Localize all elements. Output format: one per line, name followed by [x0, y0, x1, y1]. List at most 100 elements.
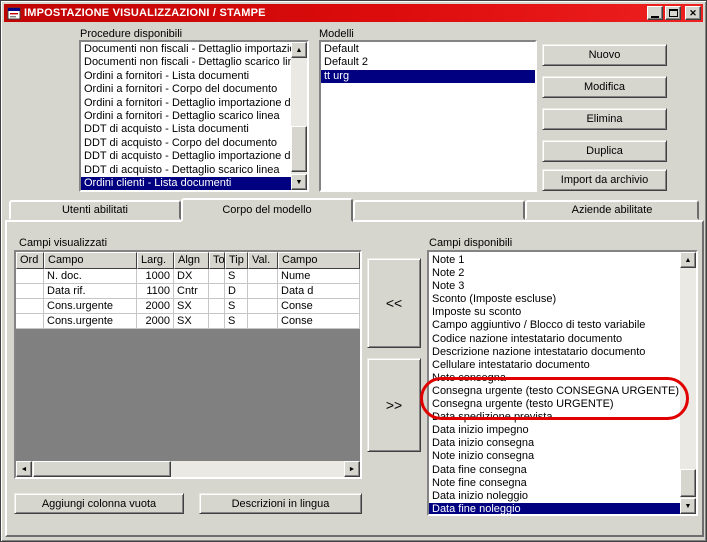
scroll-up-icon[interactable]: ▲ [680, 252, 696, 268]
grid-cell[interactable]: 1100 [137, 284, 174, 299]
list-item[interactable]: DDT di acquisto - Corpo del documento [81, 137, 291, 150]
grid-cell[interactable]: D [225, 284, 248, 299]
import-da-archivio-button[interactable]: Import da archivio [542, 169, 667, 191]
grid-cell[interactable]: Conse [278, 299, 360, 314]
list-item[interactable]: Data spedizione prevista [429, 411, 680, 424]
grid-cell[interactable]: Data d [278, 284, 360, 299]
list-item[interactable]: DDT di acquisto - Dettaglio scarico line… [81, 164, 291, 177]
tab-corpo-del-modello[interactable]: Corpo del modello [181, 198, 353, 222]
list-item[interactable]: Codice nazione intestatario documento [429, 333, 680, 346]
list-item[interactable]: Ordini a fornitori - Corpo del documento [81, 83, 291, 96]
list-item[interactable]: Data fine noleggio [429, 502, 680, 514]
remove-fields-button[interactable]: << [367, 258, 421, 348]
list-item[interactable]: Imposte su sconto [429, 306, 680, 319]
close-button[interactable]: ✕ [685, 6, 701, 20]
scrollbar-thumb[interactable] [680, 469, 696, 497]
grid-cell[interactable] [16, 269, 44, 284]
grid-cell[interactable]: 2000 [137, 299, 174, 314]
grid-column-header[interactable]: Campo [44, 252, 137, 269]
grid-cell[interactable] [209, 284, 225, 299]
grid-cell[interactable]: N. doc. [44, 269, 137, 284]
list-item[interactable]: Cellulare intestatario documento [429, 359, 680, 372]
scroll-down-icon[interactable]: ▼ [680, 498, 696, 514]
available-fields-scrollbar[interactable]: ▲ ▼ [680, 252, 696, 514]
grid-cell[interactable] [209, 269, 225, 284]
list-item[interactable]: Ordini a fornitori - Dettaglio importazi… [81, 97, 291, 110]
list-item[interactable]: Descrizione nazione intestatario documen… [429, 346, 680, 359]
grid-cell[interactable]: Cons.urgente [44, 314, 137, 329]
minimize-button[interactable] [647, 6, 663, 20]
list-item[interactable]: Data inizio noleggio [429, 490, 680, 503]
grid-cell[interactable] [209, 314, 225, 329]
grid-cell[interactable]: S [225, 299, 248, 314]
list-item[interactable]: Campo aggiuntivo / Blocco di testo varia… [429, 319, 680, 332]
list-item[interactable]: Data inizio consegna [429, 437, 680, 450]
descrizioni-in-lingua-button[interactable]: Descrizioni in lingua [199, 493, 362, 514]
list-item[interactable]: Note consegna [429, 372, 680, 385]
list-item[interactable]: Data inizio impegno [429, 424, 680, 437]
grid-cell[interactable]: S [225, 269, 248, 284]
list-item[interactable]: DDT di acquisto - Dettaglio importazione… [81, 150, 291, 163]
grid-cell[interactable] [248, 284, 278, 299]
grid-cell[interactable] [248, 299, 278, 314]
grid-column-header[interactable]: Ord [16, 252, 44, 269]
list-item[interactable]: Default [321, 43, 535, 56]
grid-cell[interactable] [209, 299, 225, 314]
grid-cell[interactable]: Cons.urgente [44, 299, 137, 314]
grid-cell[interactable]: 1000 [137, 269, 174, 284]
procedures-scrollbar[interactable]: ▲ ▼ [291, 42, 307, 190]
tab-utenti-abilitati[interactable]: Utenti abilitati [9, 200, 181, 220]
grid-column-header[interactable]: Tip [225, 252, 248, 269]
list-item[interactable]: DDT di acquisto - Lista documenti [81, 123, 291, 136]
grid-cell[interactable]: Conse [278, 314, 360, 329]
list-item[interactable]: Note fine consegna [429, 477, 680, 490]
nuovo-button[interactable]: Nuovo [542, 44, 667, 66]
grid-cell[interactable] [16, 314, 44, 329]
grid-column-header[interactable]: Algn [174, 252, 209, 269]
grid-cell[interactable]: DX [174, 269, 209, 284]
grid-column-header[interactable]: Campo [278, 252, 360, 269]
grid-cell[interactable]: Nume [278, 269, 360, 284]
scroll-right-icon[interactable]: ► [344, 461, 360, 477]
list-item[interactable]: Note 1 [429, 254, 680, 267]
elimina-button[interactable]: Elimina [542, 108, 667, 130]
modifica-button[interactable]: Modifica [542, 76, 667, 98]
grid-cell[interactable] [248, 269, 278, 284]
scroll-left-icon[interactable]: ◄ [16, 461, 32, 477]
duplica-button[interactable]: Duplica [542, 140, 667, 162]
grid-cell[interactable]: Data rif. [44, 284, 137, 299]
grid-cell[interactable]: SX [174, 299, 209, 314]
grid-column-header[interactable]: Val. [248, 252, 278, 269]
scrollbar-thumb[interactable] [291, 126, 307, 172]
grid-cell[interactable]: 2000 [137, 314, 174, 329]
list-item[interactable]: Note 2 [429, 267, 680, 280]
grid-column-header[interactable]: Larg. [137, 252, 174, 269]
list-item[interactable]: Data fine consegna [429, 464, 680, 477]
scroll-up-icon[interactable]: ▲ [291, 42, 307, 58]
scroll-down-icon[interactable]: ▼ [291, 174, 307, 190]
list-item[interactable]: Note inizio consegna [429, 450, 680, 463]
aggiungi-colonna-vuota-button[interactable]: Aggiungi colonna vuota [14, 493, 184, 514]
grid-cell[interactable]: SX [174, 314, 209, 329]
list-item[interactable]: Default 2 [321, 56, 535, 69]
list-item[interactable]: Documenti non fiscali - Dettaglio import… [81, 43, 291, 56]
grid-h-scrollbar[interactable]: ◄ ► [16, 461, 360, 477]
list-item[interactable]: Consegna urgente (testo URGENTE) [429, 398, 680, 411]
list-item[interactable]: Documenti non fiscali - Dettaglio scaric… [81, 56, 291, 69]
grid-cell[interactable]: S [225, 314, 248, 329]
list-item[interactable]: Ordini clienti - Lista documenti [81, 176, 291, 190]
grid-cell[interactable] [16, 284, 44, 299]
list-item[interactable]: Consegna urgente (testo CONSEGNA URGENTE… [429, 385, 680, 398]
scrollbar-thumb[interactable] [33, 461, 171, 477]
list-item[interactable]: Sconto (Imposte escluse) [429, 293, 680, 306]
tab-blank[interactable] [353, 200, 525, 220]
list-item[interactable]: Note 3 [429, 280, 680, 293]
list-item[interactable]: tt urg [321, 69, 535, 84]
grid-cell[interactable] [16, 299, 44, 314]
tab-aziende-abilitate[interactable]: Aziende abilitate [525, 200, 699, 220]
maximize-button[interactable] [665, 6, 681, 20]
title-bar[interactable]: IMPOSTAZIONE VISUALIZZAZIONI / STAMPE ✕ [4, 4, 703, 22]
grid-column-header[interactable]: To [209, 252, 225, 269]
add-fields-button[interactable]: >> [367, 358, 421, 452]
list-item[interactable]: Ordini a fornitori - Dettaglio scarico l… [81, 110, 291, 123]
